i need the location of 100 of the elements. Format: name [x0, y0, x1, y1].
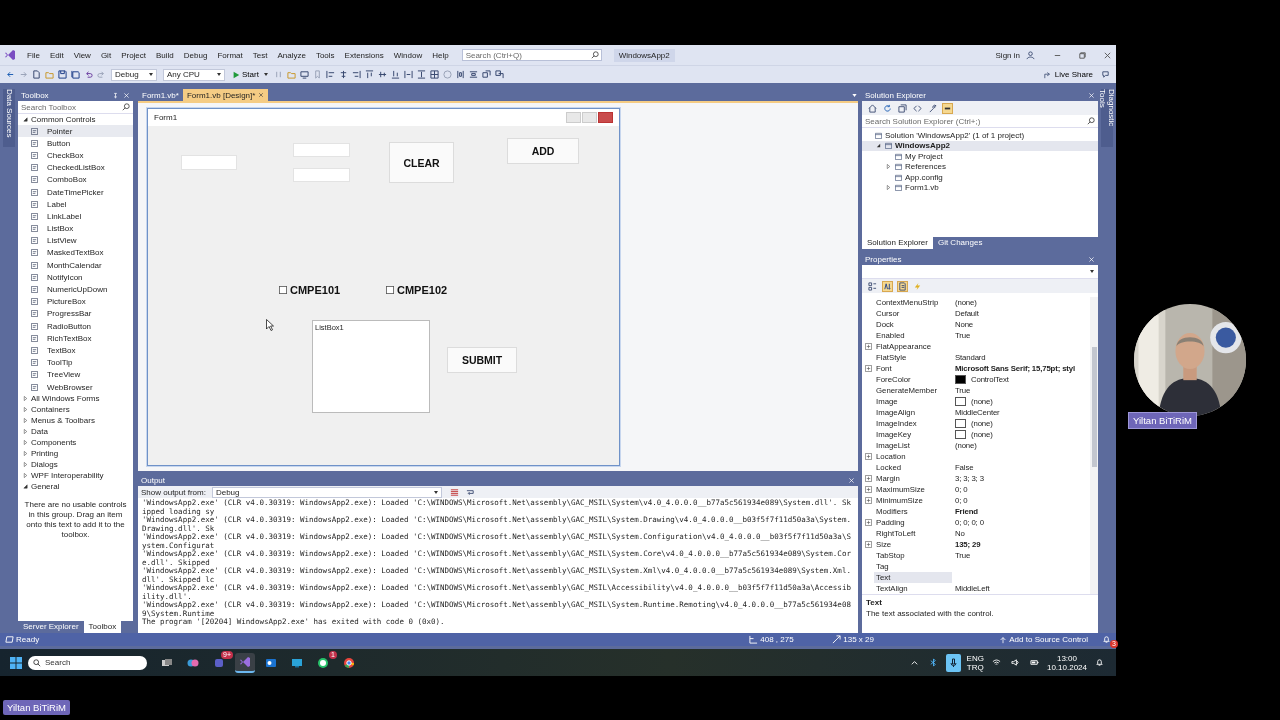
properties-icon[interactable] [898, 281, 907, 291]
battery-icon[interactable] [1029, 658, 1039, 667]
form-button[interactable]: CLEAR [389, 142, 454, 183]
expand-icon[interactable] [864, 453, 872, 460]
spacing-icon[interactable] [403, 70, 413, 79]
toolbox-item[interactable]: NotifyIcon [18, 271, 133, 284]
windows-start-icon[interactable] [10, 656, 22, 669]
expand-icon[interactable] [864, 541, 872, 548]
categorized-icon[interactable] [868, 281, 877, 291]
layers-icon[interactable] [481, 70, 491, 79]
preview-icon[interactable] [943, 103, 952, 113]
configuration-dropdown[interactable]: Debug [111, 68, 157, 81]
align-icon[interactable] [390, 70, 400, 79]
refresh-icon[interactable] [883, 103, 892, 113]
language-indicator[interactable]: ENG [966, 653, 984, 663]
form-button[interactable]: ADD [507, 138, 579, 164]
spacing-icon[interactable] [468, 70, 478, 79]
toolbox-item[interactable]: TreeView [18, 368, 133, 381]
close-icon[interactable] [258, 92, 265, 98]
panel-tab[interactable]: Git Changes [932, 237, 988, 249]
sign-in-link[interactable]: Sign in [995, 50, 1020, 60]
toolbox-item[interactable]: WebBrowser [18, 380, 133, 394]
spacing-icon[interactable] [455, 70, 465, 79]
side-tab[interactable]: Data Sources [3, 89, 15, 147]
expander-icon[interactable] [876, 143, 881, 149]
expand-icon[interactable] [864, 475, 872, 482]
toolbox-item[interactable]: CheckedListBox [18, 161, 133, 174]
collapse-icon[interactable] [898, 103, 907, 113]
grid-icon[interactable] [429, 70, 439, 79]
menu-item[interactable]: View [68, 50, 96, 60]
save-all-icon[interactable] [71, 70, 80, 79]
source-control-button[interactable]: Add to Source Control [993, 634, 1094, 645]
toolbox-item[interactable]: LinkLabel [18, 210, 133, 223]
toolbox-item[interactable]: ListBox [18, 222, 133, 235]
expand-icon[interactable] [864, 519, 872, 526]
clear-icon[interactable] [449, 487, 459, 497]
checkbox-label[interactable]: CMPE101 [290, 284, 341, 296]
pin-icon[interactable] [112, 91, 119, 99]
expand-icon[interactable] [864, 365, 872, 372]
microphone-icon[interactable] [945, 653, 961, 672]
expand-icon[interactable] [864, 343, 872, 350]
code-icon[interactable] [913, 103, 922, 113]
menu-item[interactable]: Extensions [339, 50, 389, 60]
back-icon[interactable] [6, 70, 15, 79]
output-source-dropdown[interactable]: Debug [211, 486, 442, 498]
panel-tab[interactable]: Solution Explorer [862, 237, 933, 249]
toolbox-item[interactable]: Label [18, 198, 133, 211]
tree-item[interactable]: References [862, 161, 1098, 172]
scrollbar[interactable] [1090, 297, 1098, 594]
clock-date[interactable]: 10.10.2024 [1046, 662, 1087, 672]
restore-icon[interactable] [1078, 50, 1087, 60]
chevron-up-icon[interactable] [909, 658, 919, 667]
tree-item[interactable]: Form1.vb [862, 182, 1098, 193]
speaker-icon[interactable] [1010, 658, 1020, 667]
toolbox-item[interactable]: RadioButton [18, 320, 133, 333]
menu-item[interactable]: File [22, 50, 45, 60]
align-icon[interactable] [325, 70, 335, 79]
align-icon[interactable] [364, 70, 374, 79]
toolbox-group[interactable]: Components [31, 438, 77, 448]
panel-tab[interactable]: Server Explorer [18, 621, 84, 633]
start-button[interactable]: Start [228, 70, 272, 79]
home-icon[interactable] [868, 103, 877, 113]
toolbox-group[interactable]: WPF Interoperability [31, 471, 104, 481]
save-icon[interactable] [58, 70, 67, 79]
bell-icon[interactable] [1102, 635, 1111, 644]
form-button[interactable]: SUBMIT [447, 347, 517, 373]
toolbox-group[interactable]: Dialogs [31, 460, 58, 470]
toolbox-item[interactable]: MaskedTextBox [18, 246, 133, 260]
language-indicator[interactable]: TRQ [966, 662, 984, 672]
screen-icon[interactable] [299, 70, 309, 79]
layers-icon[interactable] [494, 70, 504, 79]
search-field[interactable]: Search Solution Explorer (Ctrl+;) [862, 115, 1098, 128]
checkbox[interactable] [279, 286, 287, 294]
toolbox-group[interactable]: Data [31, 427, 48, 437]
expander-icon[interactable] [23, 484, 28, 490]
panel-tab[interactable]: Toolbox [83, 621, 122, 633]
wrench-icon[interactable] [928, 103, 937, 113]
toolbox-item[interactable]: RichTextBox [18, 332, 133, 345]
tree-item[interactable]: Solution 'WindowsApp2' (1 of 1 project) [862, 130, 1098, 141]
menu-item[interactable]: Build [151, 50, 179, 60]
wifi-icon[interactable] [991, 658, 1001, 667]
toolbox-group[interactable]: Common Controls [31, 115, 96, 124]
close-icon[interactable] [1103, 50, 1112, 60]
undo-icon[interactable] [84, 70, 93, 79]
notification-icon[interactable] [1095, 658, 1104, 667]
document-tab[interactable]: Form1.vb [Design]* [182, 89, 269, 101]
toolbox-item[interactable]: NumericUpDown [18, 283, 133, 296]
menu-item[interactable]: Window [388, 50, 428, 60]
wrap-icon[interactable] [465, 487, 475, 497]
clock-time[interactable]: 13:00 [1056, 653, 1077, 663]
expander-icon[interactable] [23, 117, 28, 122]
toolbox-group[interactable]: Menus & Toolbars [31, 416, 95, 426]
bluetooth-icon[interactable] [928, 658, 938, 667]
side-tab[interactable]: Diagnostic Tools [1101, 89, 1113, 147]
toolbox-item[interactable]: Button [18, 137, 133, 150]
toolbox-item[interactable]: CheckBox [18, 149, 133, 162]
toolbox-item[interactable]: ToolTip [18, 356, 133, 369]
menu-item[interactable]: Tools [310, 50, 340, 60]
toolbox-item[interactable]: DateTimePicker [18, 185, 133, 199]
checkbox[interactable] [386, 286, 394, 294]
